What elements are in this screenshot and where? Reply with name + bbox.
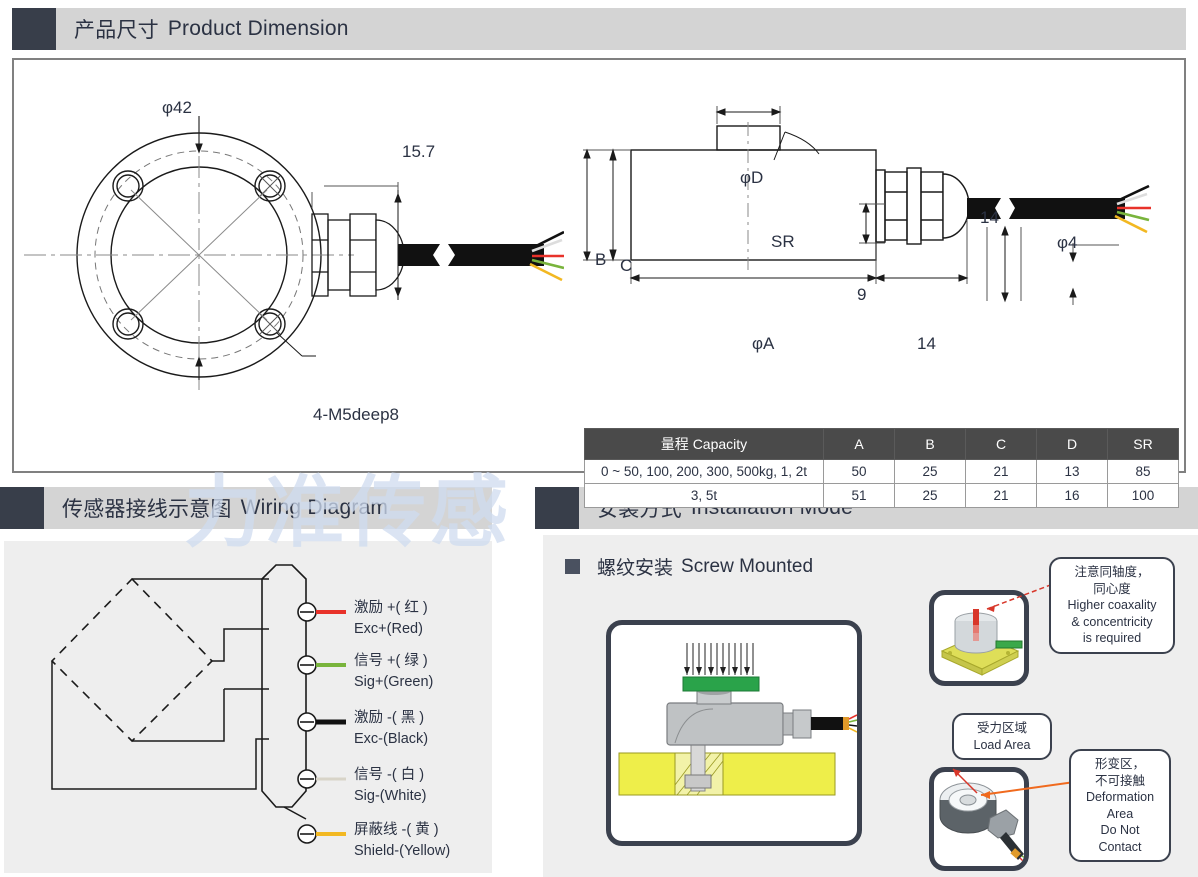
cell-capacity: 3, 5t (584, 483, 824, 508)
cell-sr: 100 (1107, 483, 1179, 508)
section-header-wiring: 传感器接线示意图 Wiring Diagram (0, 487, 492, 529)
load-cell-photo (939, 782, 1024, 863)
section-tab-marker (0, 487, 44, 529)
cable-dim-diameter: φ4 (1057, 233, 1078, 252)
side-label-sr: SR (771, 232, 795, 251)
lead-label-en: Exc+(Red) (354, 621, 423, 638)
lead-label-en: Sig+(Green) (354, 674, 434, 691)
callout-line: Contact (1098, 839, 1142, 854)
coaxiality-illustration-card (929, 590, 1029, 686)
cell-b: 25 (894, 483, 966, 508)
callout-line: Do Not (1100, 823, 1140, 837)
lead-label-en: Exc-(Black) (354, 731, 429, 748)
section-title-dimension: 产品尺寸 Product Dimension (56, 8, 349, 50)
lead-label-cn: 激励 -( 黑 ) (354, 710, 425, 726)
install-mode-subtitle: 螺纹安装 Screw Mounted (565, 553, 813, 580)
cell-a: 50 (823, 459, 895, 484)
list-item: 信号 +( 绿 ) Sig+(Green) (296, 653, 434, 693)
cell-d: 13 (1036, 459, 1108, 484)
callout-deformation: 形变区， 不可接触 Deformation Area Do Not Contac… (1069, 749, 1171, 862)
cell-capacity: 0 ~ 50, 100, 200, 300, 500kg, 1, 2t (584, 459, 824, 484)
list-item: 屏蔽线 -( 黄 ) Shield-(Yellow) (296, 822, 451, 862)
section-title-en: Wiring Diagram (240, 496, 389, 519)
callout-line: Area (1106, 806, 1134, 821)
callout-line: Load Area (973, 737, 1031, 752)
callout-line: 形变区， (1094, 757, 1145, 771)
callout-line: 不可接触 (1094, 773, 1145, 788)
list-item: 激励 -( 黑 ) Exc-(Black) (296, 710, 429, 750)
side-dim-gland-height: 9 (857, 285, 867, 304)
front-dim-diameter: φ42 (162, 98, 192, 117)
capacity-spec-table: 量程 Capacity A B C D SR 0 ~ 50, 100, 200,… (584, 428, 1179, 508)
th-sr: SR (1107, 428, 1179, 460)
section-header-dimension: 产品尺寸 Product Dimension (12, 8, 1186, 50)
section-title-cn: 产品尺寸 (74, 19, 159, 42)
side-dim-d: φD (740, 168, 764, 187)
section-tab-marker (12, 8, 56, 50)
load-cell-photo-card (929, 767, 1029, 871)
lead-label-cn: 屏蔽线 -( 黄 ) (354, 822, 439, 838)
terminal-green-icon (297, 655, 346, 675)
screw-mount-illustration (618, 643, 857, 796)
side-dim-c: C (620, 256, 633, 275)
callout-line: 受力区域 (976, 721, 1027, 735)
terminal-white-icon (297, 769, 346, 789)
section-title-wiring: 传感器接线示意图 Wiring Diagram (44, 487, 388, 529)
bullet-square-icon (565, 559, 580, 574)
callout-line: & concentricity (1071, 614, 1153, 629)
callout-line: 注意同轴度， (1074, 565, 1150, 579)
callout-line: 同心度 (1093, 581, 1131, 596)
th-d: D (1036, 428, 1108, 460)
cell-sr: 85 (1107, 459, 1179, 484)
callout-line: Deformation (1085, 790, 1155, 804)
cell-c: 21 (965, 459, 1037, 484)
list-item: 信号 -( 白 ) Sig-(White) (296, 767, 427, 807)
terminal-yellow-icon (297, 824, 346, 844)
side-dim-gland-length: 14 (917, 334, 936, 353)
coaxiality-illustration (940, 609, 1023, 676)
cell-a: 51 (823, 483, 895, 508)
installation-panel: 螺纹安装 Screw Mounted 注意同轴度， 同心度 Higher coa… (543, 535, 1198, 877)
cable-detail-dimensions (986, 225, 1119, 305)
screw-mount-illustration-card (606, 620, 862, 846)
list-item: 激励 +( 红 ) Exc+(Red) (296, 600, 428, 640)
th-b: B (894, 428, 966, 460)
install-mode-cn: 螺纹安装 (597, 558, 674, 579)
table-row: 3, 5t 51 25 21 16 100 (584, 483, 1179, 508)
cable-dim-14: 14 (980, 208, 999, 227)
front-view-drawing (24, 116, 564, 390)
side-dim-a: φA (752, 334, 775, 353)
cell-c: 21 (965, 483, 1037, 508)
lead-label-en: Shield-(Yellow) (354, 843, 451, 860)
side-dim-b: B (595, 250, 607, 269)
wiring-diagram-panel: 激励 +( 红 ) Exc+(Red) 信号 +( 绿 ) Sig+(Green… (4, 541, 492, 873)
table-row: 0 ~ 50, 100, 200, 300, 500kg, 1, 2t 50 2… (584, 459, 1179, 484)
th-a: A (823, 428, 895, 460)
lead-label-cn: 信号 +( 绿 ) (354, 653, 428, 669)
dimension-drawing-panel: 力准传感 φ42 15.7 4-M5deep8 φD SR B C 9 φA 1… (12, 58, 1186, 558)
th-capacity: 量程 Capacity (584, 428, 824, 460)
front-thread-note: 4-M5deep8 (313, 405, 400, 424)
section-tab-marker (535, 487, 579, 529)
section-title-cn: 传感器接线示意图 (62, 498, 232, 521)
th-c: C (965, 428, 1037, 460)
terminal-red-icon (297, 602, 346, 622)
front-dim-gland-length: 15.7 (402, 142, 436, 161)
install-mode-en: Screw Mounted (681, 555, 814, 577)
terminal-black-icon (297, 712, 346, 732)
table-header-row: 量程 Capacity A B C D SR (584, 428, 1179, 460)
callout-coaxiality: 注意同轴度， 同心度 Higher coaxality & concentric… (1049, 557, 1175, 654)
callout-line: Higher coaxality (1067, 598, 1157, 612)
lead-label-en: Sig-(White) (354, 788, 427, 805)
cell-b: 25 (894, 459, 966, 484)
lead-label-cn: 信号 -( 白 ) (354, 767, 425, 783)
callout-load-area: 受力区域 Load Area (952, 713, 1052, 760)
cell-d: 16 (1036, 483, 1108, 508)
lead-label-cn: 激励 +( 红 ) (354, 600, 428, 616)
callout-line: is required (1082, 631, 1142, 645)
section-title-en: Product Dimension (167, 17, 349, 40)
